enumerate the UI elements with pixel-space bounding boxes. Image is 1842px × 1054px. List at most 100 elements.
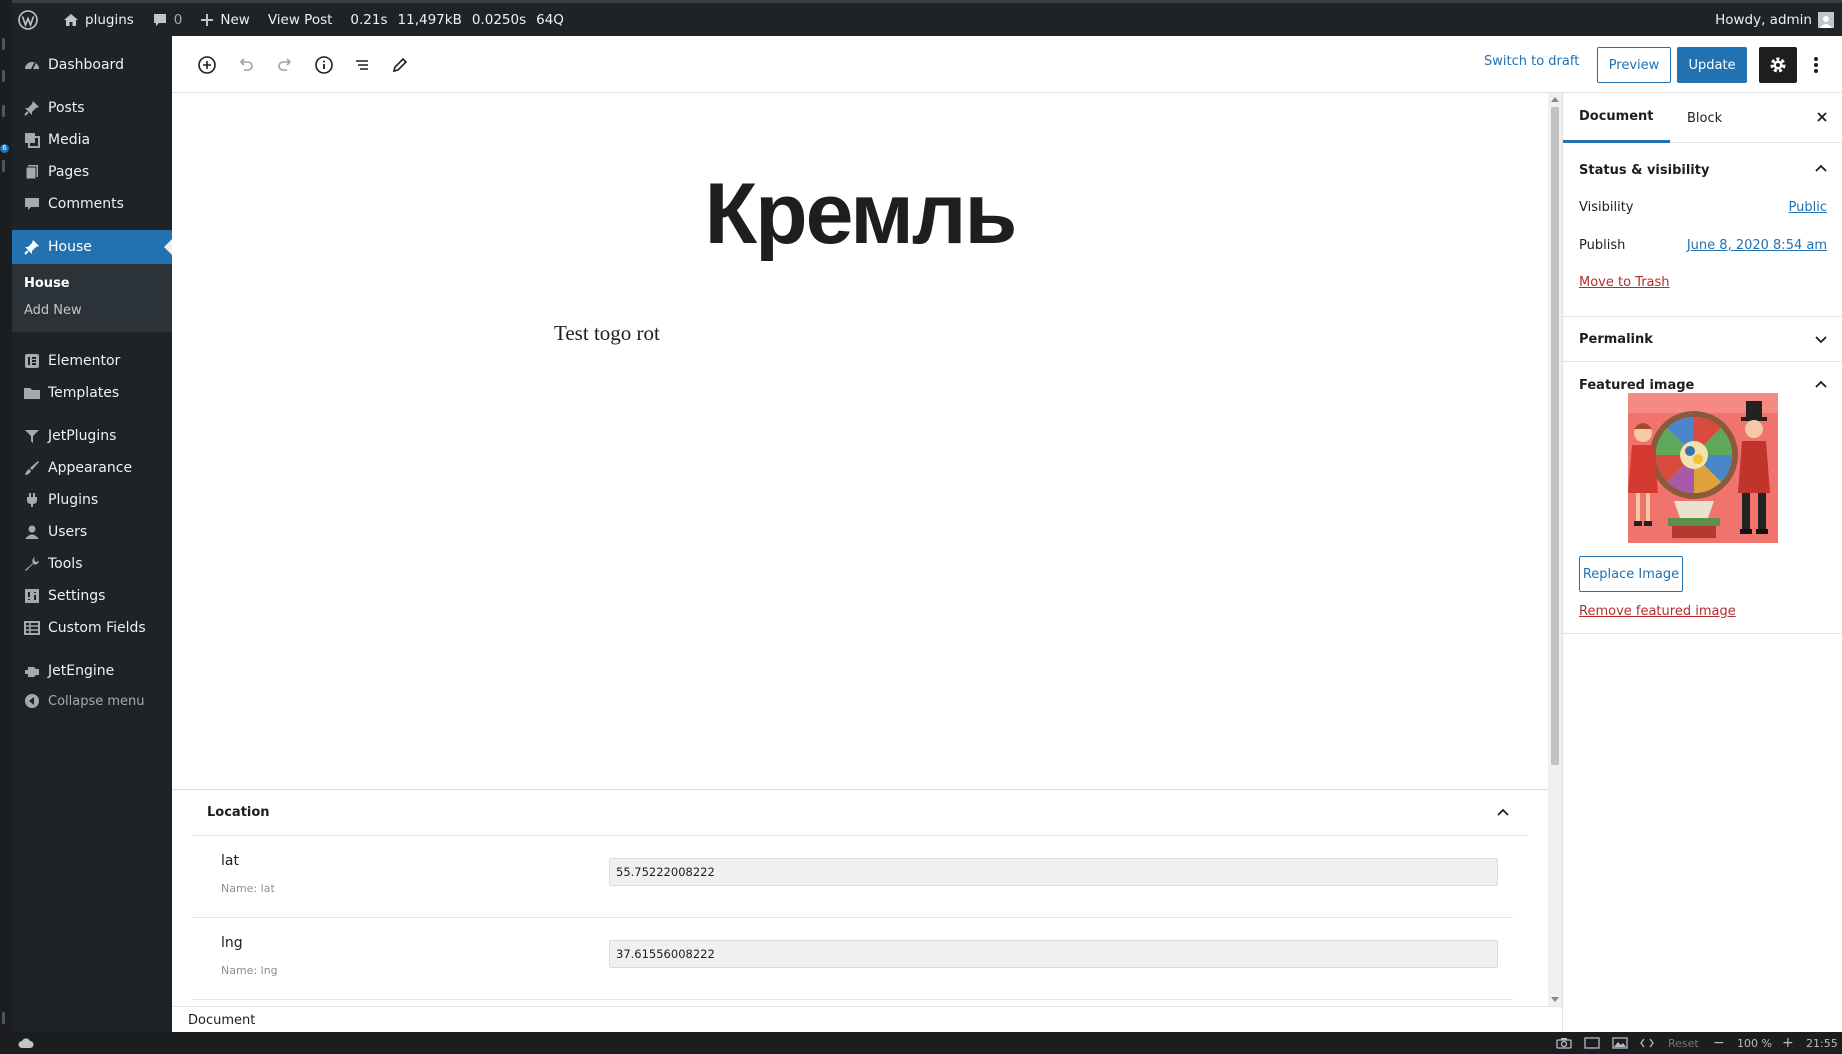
preview-button[interactable]: Preview xyxy=(1597,47,1671,83)
publish-date-link[interactable]: June 8, 2020 8:54 am xyxy=(1687,238,1827,253)
menu-item-elementor[interactable]: Elementor xyxy=(12,344,172,378)
view-post-link[interactable]: View Post xyxy=(259,3,342,36)
menu-label: Dashboard xyxy=(48,57,124,73)
new-content-link[interactable]: New xyxy=(191,3,258,36)
window-icon[interactable] xyxy=(1584,1032,1600,1054)
panel-title[interactable]: Status & visibility xyxy=(1579,163,1709,178)
my-account[interactable]: Howdy, admin xyxy=(1715,3,1834,36)
menu-item-plugins[interactable]: Plugins xyxy=(12,483,172,517)
menu-label: Plugins xyxy=(48,492,99,508)
submenu-item-add-new[interactable]: Add New xyxy=(24,303,82,318)
panel-toggle[interactable] xyxy=(1813,377,1829,397)
comments-link[interactable]: 0 xyxy=(143,3,192,36)
breadcrumb-document[interactable]: Document xyxy=(188,1013,255,1028)
menu-item-appearance[interactable]: Appearance xyxy=(12,451,172,485)
menu-item-media[interactable]: Media xyxy=(12,123,172,157)
wp-logo-icon[interactable] xyxy=(12,3,54,36)
remove-featured-image-link[interactable]: Remove featured image xyxy=(1579,604,1736,619)
query-monitor[interactable]: 0.21s 11,497kB 0.0250s 64Q xyxy=(341,3,573,36)
lng-input[interactable] xyxy=(609,940,1498,968)
scrollbar-thumb[interactable] xyxy=(1551,107,1559,765)
menu-item-dashboard[interactable]: Dashboard xyxy=(12,48,172,82)
undo-icon xyxy=(239,58,253,71)
switch-to-draft-button[interactable]: Switch to draft xyxy=(1484,54,1579,69)
pin-icon xyxy=(12,99,48,117)
chevron-up-icon xyxy=(1497,808,1509,816)
collapse-menu-button[interactable]: Collapse menu xyxy=(12,684,172,718)
menu-label: JetPlugins xyxy=(48,428,117,444)
site-name-link[interactable]: plugins xyxy=(54,3,143,36)
menu-item-comments[interactable]: Comments xyxy=(12,187,172,221)
more-options-button[interactable] xyxy=(1805,50,1827,80)
table-icon xyxy=(12,619,48,637)
menu-label: Appearance xyxy=(48,460,133,476)
submenu-item-house[interactable]: House xyxy=(24,276,70,291)
menu-item-users[interactable]: Users xyxy=(12,515,172,549)
image-icon[interactable] xyxy=(1612,1032,1628,1054)
scroll-down-arrow[interactable] xyxy=(1551,997,1559,1002)
panel-toggle[interactable] xyxy=(1813,331,1829,351)
house-submenu: House Add New xyxy=(12,264,172,332)
panel-toggle[interactable] xyxy=(1813,161,1829,181)
replace-image-button[interactable]: Replace Image xyxy=(1579,556,1683,592)
menu-item-settings[interactable]: Settings xyxy=(12,579,172,613)
menu-item-posts[interactable]: Posts xyxy=(12,91,172,125)
folder-icon xyxy=(12,384,48,402)
menu-item-tools[interactable]: Tools xyxy=(12,547,172,581)
edit-mode-button[interactable] xyxy=(385,50,415,80)
undo-button[interactable] xyxy=(231,50,261,80)
comments-count: 0 xyxy=(173,11,183,28)
perf-query-time: 0.0250s xyxy=(471,11,527,28)
metabox-toggle-button[interactable] xyxy=(1495,805,1511,825)
zoom-in-button[interactable]: + xyxy=(1782,1032,1794,1054)
location-metabox: Location lat Name: lat lng Name: lng xyxy=(172,789,1548,1006)
field-name-hint: Name: lng xyxy=(221,964,278,977)
more-vertical-icon xyxy=(1814,57,1818,73)
permalink-panel: Permalink xyxy=(1563,317,1842,362)
strip-mark xyxy=(2,160,5,172)
content-info-button[interactable] xyxy=(309,50,339,80)
redo-button[interactable] xyxy=(270,50,300,80)
editor-scrollbar[interactable] xyxy=(1548,93,1562,1006)
media-icon xyxy=(12,131,48,149)
featured-image[interactable] xyxy=(1628,393,1778,543)
wrench-icon xyxy=(12,555,48,573)
visibility-link[interactable]: Public xyxy=(1789,200,1827,215)
block-navigation-button[interactable] xyxy=(347,50,377,80)
post-title[interactable]: Кремль xyxy=(172,165,1548,264)
settings-toggle-button[interactable] xyxy=(1759,47,1797,83)
zoom-out-button[interactable]: − xyxy=(1713,1032,1725,1054)
perf-time: 0.21s xyxy=(350,11,388,28)
panel-title[interactable]: Featured image xyxy=(1579,378,1694,393)
tab-document[interactable]: Document xyxy=(1563,93,1670,143)
menu-item-house[interactable]: House xyxy=(12,230,172,264)
camera-icon[interactable] xyxy=(1556,1032,1572,1054)
add-block-button[interactable] xyxy=(192,50,222,80)
menu-label: JetEngine xyxy=(48,663,115,679)
settings-icon xyxy=(12,587,48,605)
menu-item-jetengine[interactable]: JetEngine xyxy=(12,654,172,688)
chevron-up-icon xyxy=(1815,380,1827,388)
scroll-up-arrow[interactable] xyxy=(1551,97,1559,102)
close-sidebar-button[interactable] xyxy=(1815,109,1829,128)
menu-item-custom-fields[interactable]: Custom Fields xyxy=(12,611,172,645)
strip-mark xyxy=(2,70,5,82)
lat-input[interactable] xyxy=(609,858,1498,886)
menu-item-pages[interactable]: Pages xyxy=(12,155,172,189)
field-name-hint: Name: lat xyxy=(221,882,275,895)
os-left-strip: 6 xyxy=(0,0,12,1054)
tab-block[interactable]: Block xyxy=(1671,93,1738,143)
admin-menu: Dashboard Posts Media Pages Comments Hou… xyxy=(12,36,172,1032)
move-to-trash-link[interactable]: Move to Trash xyxy=(1579,275,1670,290)
code-icon[interactable] xyxy=(1640,1032,1654,1054)
field-label: lng xyxy=(221,935,243,951)
brush-icon xyxy=(12,459,48,477)
cloud-icon[interactable] xyxy=(18,1032,34,1054)
menu-label: Elementor xyxy=(48,353,121,369)
panel-title[interactable]: Permalink xyxy=(1579,332,1653,347)
update-button[interactable]: Update xyxy=(1677,47,1747,83)
menu-item-jetplugins[interactable]: JetPlugins xyxy=(12,419,172,453)
menu-item-templates[interactable]: Templates xyxy=(12,376,172,410)
reset-zoom-button[interactable]: Reset xyxy=(1668,1032,1699,1054)
paragraph-block[interactable]: Test togo rot xyxy=(554,321,660,346)
